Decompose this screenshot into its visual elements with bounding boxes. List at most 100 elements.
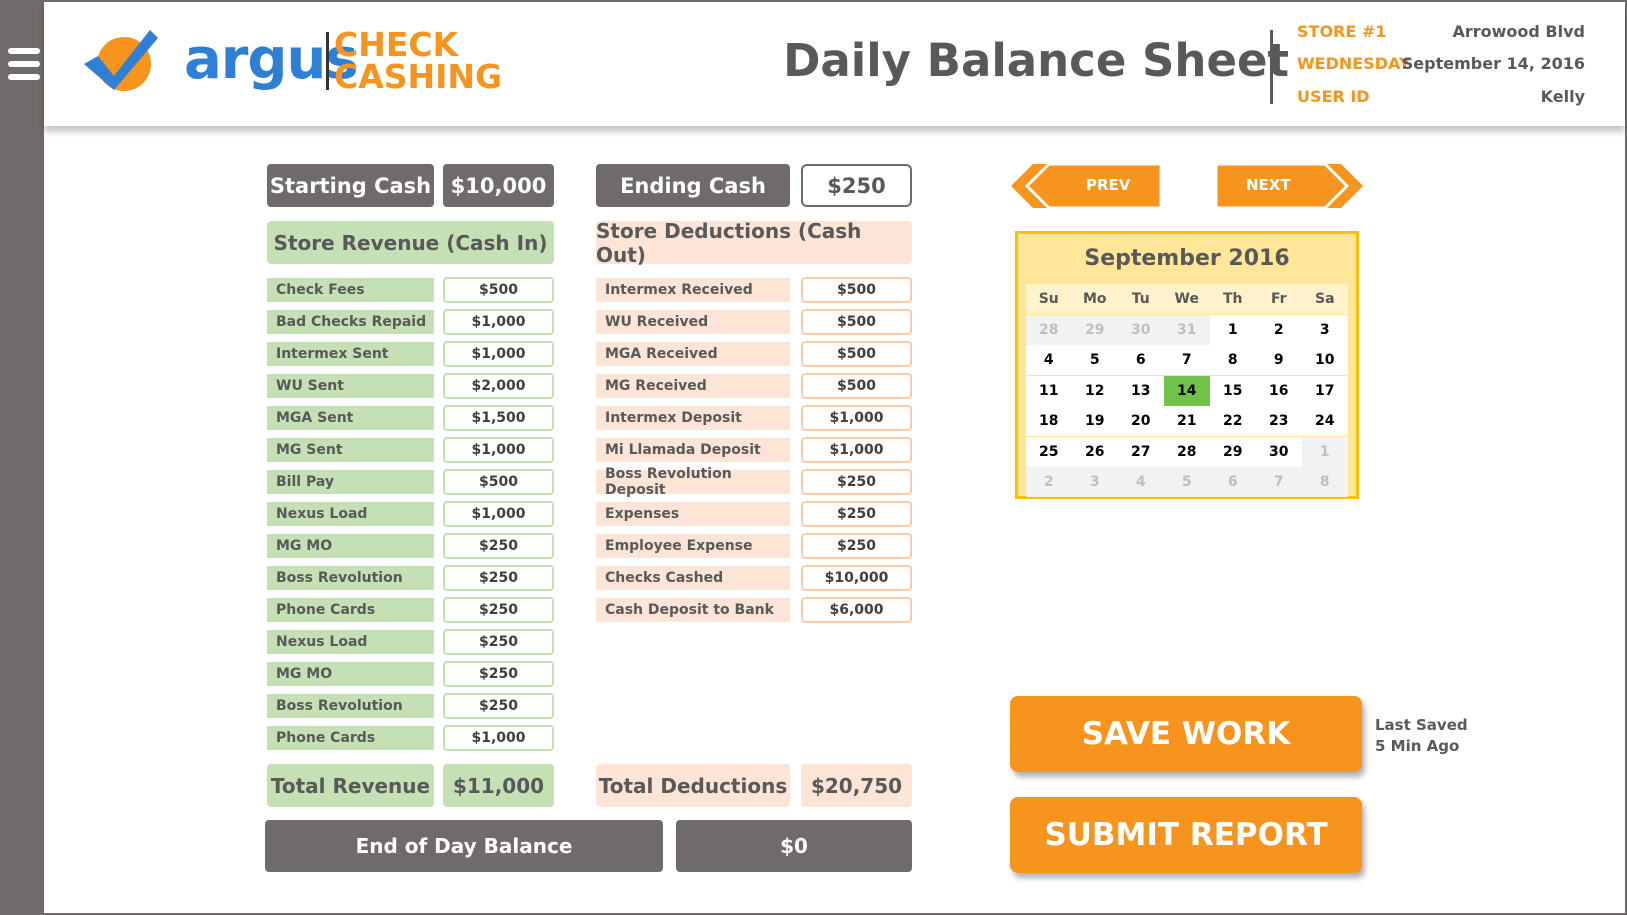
- calendar-day[interactable]: 1: [1302, 436, 1348, 467]
- next-button[interactable]: NEXT: [1216, 164, 1363, 208]
- calendar-day[interactable]: 1: [1210, 314, 1256, 345]
- deductions-row-value-input[interactable]: $250: [801, 469, 912, 495]
- calendar-day-selected[interactable]: 14: [1164, 375, 1210, 406]
- save-work-button[interactable]: SAVE WORK: [1010, 696, 1362, 772]
- deductions-row-value-input[interactable]: $250: [801, 501, 912, 527]
- deductions-row-value-input[interactable]: $500: [801, 373, 912, 399]
- calendar-day[interactable]: 4: [1118, 467, 1164, 497]
- calendar-day[interactable]: 24: [1302, 406, 1348, 436]
- calendar-day[interactable]: 3: [1072, 467, 1118, 497]
- calendar-day[interactable]: 8: [1210, 345, 1256, 375]
- total-deductions-value: $20,750: [801, 764, 912, 807]
- calendar-day[interactable]: 10: [1302, 345, 1348, 375]
- deductions-row-value-input[interactable]: $250: [801, 533, 912, 559]
- calendar-day[interactable]: 26: [1072, 436, 1118, 467]
- calendar-day[interactable]: 18: [1026, 406, 1072, 436]
- calendar-day[interactable]: 2: [1256, 314, 1302, 345]
- calendar-weekday: Fr: [1256, 284, 1302, 314]
- revenue-row-value-input[interactable]: $250: [443, 693, 554, 719]
- end-of-day-balance-label: End of Day Balance: [265, 820, 663, 872]
- deductions-row-value-input[interactable]: $500: [801, 277, 912, 303]
- page-title: Daily Balance Sheet: [783, 34, 1289, 87]
- revenue-row-value-input[interactable]: $250: [443, 565, 554, 591]
- calendar-day[interactable]: 6: [1118, 345, 1164, 375]
- calendar-day[interactable]: 22: [1210, 406, 1256, 436]
- sidebar: [2, 2, 44, 913]
- calendar-day[interactable]: 30: [1118, 314, 1164, 345]
- revenue-heading: Store Revenue (Cash In): [267, 221, 554, 264]
- calendar-day[interactable]: 3: [1302, 314, 1348, 345]
- calendar-day[interactable]: 9: [1256, 345, 1302, 375]
- calendar-day[interactable]: 2: [1026, 467, 1072, 497]
- ending-cash-label: Ending Cash: [596, 164, 790, 207]
- calendar-day[interactable]: 15: [1210, 375, 1256, 406]
- deductions-row-label: Intermex Deposit: [596, 406, 790, 430]
- calendar-day[interactable]: 25: [1026, 436, 1072, 467]
- submit-report-button[interactable]: SUBMIT REPORT: [1010, 797, 1362, 873]
- ending-cash-value: $250: [801, 164, 912, 207]
- calendar-day[interactable]: 6: [1210, 467, 1256, 497]
- calendar-day[interactable]: 20: [1118, 406, 1164, 436]
- calendar-day[interactable]: 17: [1302, 375, 1348, 406]
- revenue-row-value-input[interactable]: $500: [443, 469, 554, 495]
- calendar-day[interactable]: 16: [1256, 375, 1302, 406]
- logo-cashing-text: CASHING: [334, 57, 503, 96]
- calendar-title: September 2016: [1084, 246, 1290, 271]
- calendar-day[interactable]: 28: [1026, 314, 1072, 345]
- calendar-day[interactable]: 11: [1026, 375, 1072, 406]
- calendar-day[interactable]: 21: [1164, 406, 1210, 436]
- calendar-day[interactable]: 28: [1164, 436, 1210, 467]
- revenue-row-label: Boss Revolution: [267, 566, 434, 590]
- revenue-row-value-input[interactable]: $1,000: [443, 501, 554, 527]
- last-saved-status: Last Saved 5 Min Ago: [1375, 715, 1468, 757]
- revenue-row-value-input[interactable]: $2,000: [443, 373, 554, 399]
- revenue-row-label: Phone Cards: [267, 598, 434, 622]
- prev-button[interactable]: PREV: [1011, 164, 1161, 208]
- revenue-row-value-input[interactable]: $1,000: [443, 725, 554, 751]
- deductions-row-label: Intermex Received: [596, 278, 790, 302]
- calendar-day[interactable]: 7: [1164, 345, 1210, 375]
- calendar-day[interactable]: 5: [1072, 345, 1118, 375]
- user-id-label: USER ID: [1297, 87, 1370, 106]
- revenue-row-label: MG MO: [267, 534, 434, 558]
- calendar-day[interactable]: 29: [1210, 436, 1256, 467]
- calendar-day[interactable]: 29: [1072, 314, 1118, 345]
- calendar-week-row: 25 26 27 28 29 30 1: [1026, 436, 1348, 468]
- calendar-day[interactable]: 27: [1118, 436, 1164, 467]
- calendar-day[interactable]: 5: [1164, 467, 1210, 497]
- calendar-day[interactable]: 4: [1026, 345, 1072, 375]
- calendar-day[interactable]: 30: [1256, 436, 1302, 467]
- calendar-day[interactable]: 8: [1302, 467, 1348, 497]
- end-of-day-balance-value: $0: [676, 820, 912, 872]
- revenue-row-label: Boss Revolution: [267, 694, 434, 718]
- deductions-row-value-input[interactable]: $10,000: [801, 565, 912, 591]
- deductions-row-value-input[interactable]: $6,000: [801, 597, 912, 623]
- revenue-row-value-input[interactable]: $1,000: [443, 341, 554, 367]
- deductions-row-value-input[interactable]: $1,000: [801, 437, 912, 463]
- revenue-row-value-input[interactable]: $1,000: [443, 437, 554, 463]
- calendar-day[interactable]: 13: [1118, 375, 1164, 406]
- calendar-day[interactable]: 19: [1072, 406, 1118, 436]
- revenue-row-value-input[interactable]: $1,000: [443, 309, 554, 335]
- deductions-row-value-input[interactable]: $1,000: [801, 405, 912, 431]
- revenue-row-value-input[interactable]: $1,500: [443, 405, 554, 431]
- calendar: September 2016 Su Mo Tu We Th Fr Sa 28 29 30 31 1 2 3…: [1015, 231, 1359, 499]
- next-label: NEXT: [1246, 176, 1291, 194]
- calendar-day[interactable]: 7: [1256, 467, 1302, 497]
- revenue-row-value-input[interactable]: $250: [443, 661, 554, 687]
- hamburger-menu-icon[interactable]: [8, 48, 40, 84]
- calendar-day[interactable]: 23: [1256, 406, 1302, 436]
- calendar-day[interactable]: 12: [1072, 375, 1118, 406]
- revenue-row-value-input[interactable]: $250: [443, 533, 554, 559]
- deductions-row-value-input[interactable]: $500: [801, 341, 912, 367]
- deductions-row-value-input[interactable]: $500: [801, 309, 912, 335]
- calendar-day[interactable]: 31: [1164, 314, 1210, 345]
- revenue-row-value-input[interactable]: $500: [443, 277, 554, 303]
- revenue-row-label: Phone Cards: [267, 726, 434, 750]
- calendar-week-row: 28 29 30 31 1 2 3: [1026, 314, 1348, 346]
- revenue-row-label: Check Fees: [267, 278, 434, 302]
- revenue-row-value-input[interactable]: $250: [443, 597, 554, 623]
- revenue-row-label: MG Sent: [267, 438, 434, 462]
- revenue-row-value-input[interactable]: $250: [443, 629, 554, 655]
- calendar-week-row: 4 5 6 7 8 9 10: [1026, 345, 1348, 376]
